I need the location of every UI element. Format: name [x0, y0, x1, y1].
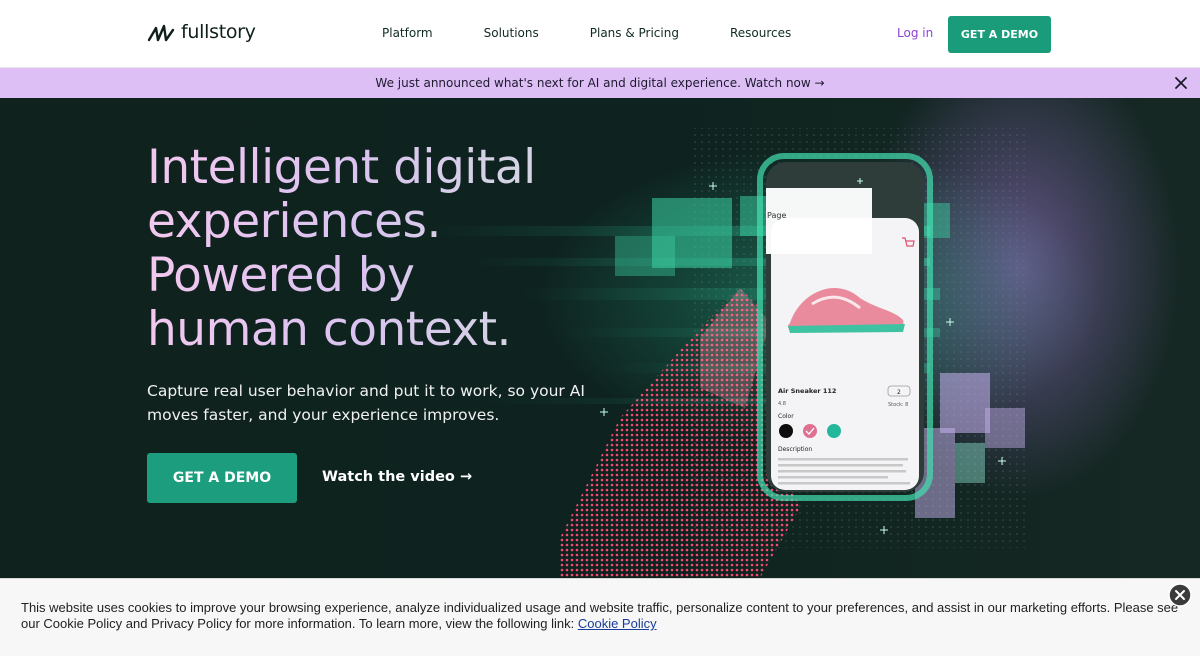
headline-line: human context. — [147, 303, 667, 357]
pixel-block — [955, 443, 985, 483]
logo[interactable]: fullstory — [147, 20, 256, 44]
logo-text: fullstory — [181, 21, 256, 43]
page-card-label: Page — [767, 211, 786, 220]
headline-line: Powered by — [147, 249, 667, 303]
cookie-text: This website uses cookies to improve you… — [21, 600, 1181, 632]
description-line — [778, 476, 888, 479]
nav-plans-pricing[interactable]: Plans & Pricing — [590, 26, 679, 40]
announcement-bar: We just announced what's next for AI and… — [0, 68, 1200, 98]
cookie-close-icon[interactable] — [1168, 583, 1192, 607]
headline-line: Intelligent digital — [147, 141, 667, 195]
page-card — [766, 188, 872, 254]
headline-line: experiences. — [147, 195, 667, 249]
top-nav: fullstory Platform Solutions Plans & Pri… — [0, 0, 1200, 68]
nav-get-demo-button[interactable]: GET A DEMO — [948, 16, 1051, 53]
description-line — [778, 470, 906, 473]
nav-solutions[interactable]: Solutions — [484, 26, 539, 40]
color-label: Color — [778, 413, 794, 420]
announcement-link[interactable]: We just announced what's next for AI and… — [0, 76, 1200, 90]
color-swatch-green — [827, 424, 841, 438]
product-name: Air Sneaker 112 — [778, 387, 836, 395]
hero-headline: Intelligent digital experiences. Powered… — [147, 141, 667, 357]
description-label: Description — [778, 446, 812, 453]
hero-section: Page Air Sneaker 112 2 4.8 Stock: 8 Colo… — [0, 98, 1200, 578]
close-icon[interactable] — [1172, 74, 1190, 92]
pixel-block — [940, 373, 990, 433]
color-swatch-pink — [803, 424, 817, 438]
login-link[interactable]: Log in — [897, 26, 933, 40]
nav-resources[interactable]: Resources — [730, 26, 791, 40]
watch-video-link[interactable]: Watch the video → — [322, 469, 472, 485]
rating: 4.8 — [778, 401, 786, 407]
fullstory-logo-icon — [147, 24, 175, 42]
description-line — [778, 458, 908, 461]
description-line — [778, 482, 910, 485]
hero-get-demo-button[interactable]: GET A DEMO — [147, 453, 297, 503]
nav-platform[interactable]: Platform — [382, 26, 433, 40]
description-line — [778, 464, 903, 467]
cookie-banner: This website uses cookies to improve you… — [0, 578, 1200, 656]
hero-subhead: Capture real user behavior and put it to… — [147, 382, 585, 424]
color-swatch-black — [779, 424, 793, 438]
qty-value: 2 — [897, 389, 901, 396]
pixel-block — [985, 408, 1025, 448]
stock-label: Stock: 8 — [888, 402, 908, 408]
cookie-policy-link[interactable]: Cookie Policy — [578, 616, 657, 631]
nav-links: Platform Solutions Plans & Pricing Resou… — [382, 26, 842, 40]
